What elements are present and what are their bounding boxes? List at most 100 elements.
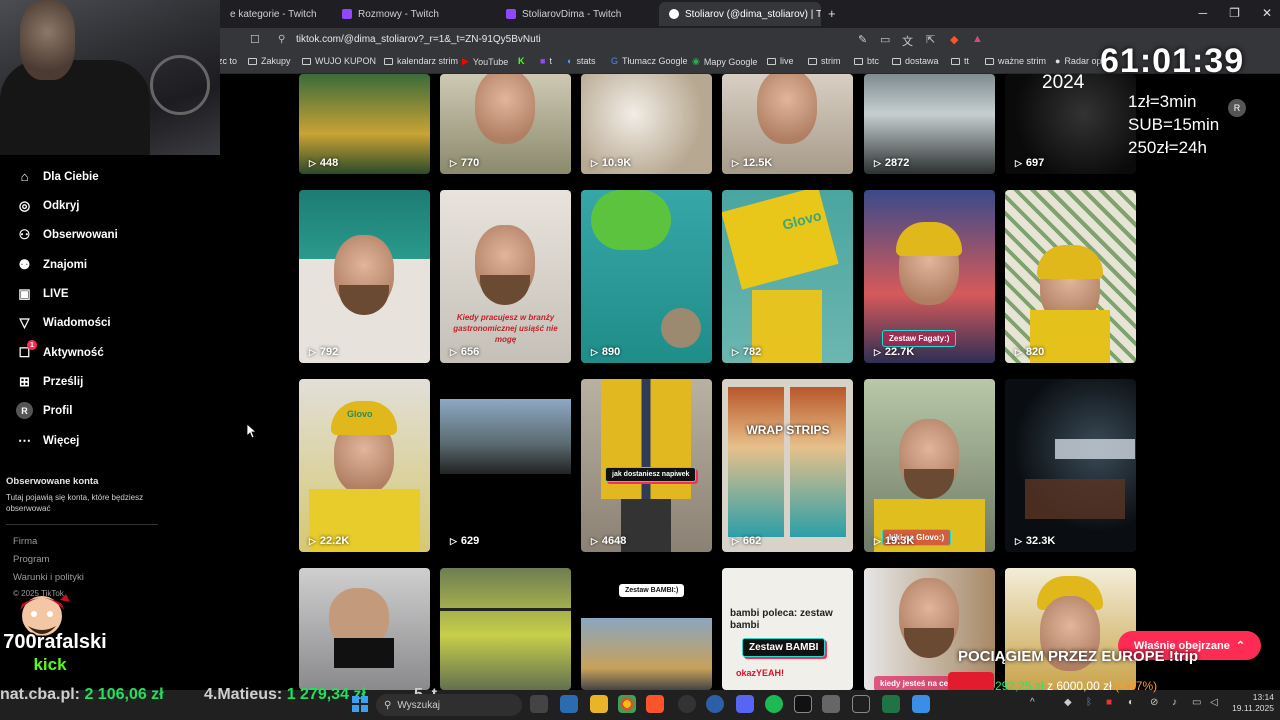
video-tile[interactable] [1005,568,1136,690]
footer-link-program[interactable]: Program [13,554,49,565]
video-tile[interactable]: ▷ 2872 [864,74,995,174]
extension-icon[interactable]: ✎ [858,33,867,46]
video-tile[interactable] [299,568,430,690]
file-explorer-icon[interactable] [590,695,608,713]
calculator-icon[interactable] [822,695,840,713]
sidebar-item-for-you[interactable]: ⌂ Dla Ciebie [16,168,99,185]
tab-twitch-rozmowy[interactable]: Rozmowy - Twitch [332,2,494,26]
video-tile[interactable]: Kiedy pracujesz w branży gastronomicznej… [440,190,571,363]
video-tile[interactable]: Zestaw Fagaty:) ▷ 22.7K [864,190,995,363]
video-tile[interactable]: ▷ 629 [440,379,571,552]
discord-icon[interactable] [736,695,754,713]
video-tile[interactable]: Glovo ▷ 782 [722,190,853,363]
bookmark-item[interactable]: ■ t [540,56,552,66]
bluetooth-icon[interactable]: ᛒ [1086,697,1092,708]
tab-twitch-stoliarov[interactable]: StoliarovDima - Twitch [496,2,656,26]
tab-tiktok-stoliarov[interactable]: Stoliarov (@dima_stoliarov) | Tik ✕ [659,2,821,26]
microphone-icon[interactable]: ♪ [1172,697,1177,708]
sidebar-item-messages[interactable]: ▽ Wiadomości [16,314,111,331]
sidebar-item-live[interactable]: ▣ LIVE [16,285,68,302]
volume-icon[interactable]: ◁ [1210,697,1218,708]
bookmark-item[interactable]: G Tłumacz Google [611,56,688,66]
bookmark-item[interactable]: kalendarz strim [384,56,458,66]
screenshot-icon[interactable]: ▭ [880,33,890,46]
bookmark-item[interactable]: ◉ Mapy Google [692,56,757,67]
obs-icon[interactable] [678,695,696,713]
brave-shield-icon[interactable]: ◆ [950,33,958,46]
spotify-icon[interactable] [765,695,783,713]
bookmark-icon[interactable]: ☐ [250,33,260,46]
tray-app-icon[interactable]: ◆ [1064,697,1072,708]
brave-rewards-icon[interactable]: ▲ [972,33,983,45]
video-tile[interactable]: ▷ 770 [440,74,571,174]
kick-bookmark-icon[interactable]: K [518,56,525,66]
sidebar-item-friends[interactable]: ⚉ Znajomi [16,256,87,273]
footer-link-terms[interactable]: Warunki i polityki [13,572,84,583]
bookmark-item[interactable]: strim [808,56,841,66]
taskbar-clock[interactable]: 13:14 19.11.2025 [1232,692,1274,714]
video-tile[interactable]: ▷ 820 [1005,190,1136,363]
bookmark-item[interactable]: btc [854,56,879,66]
share-icon[interactable]: ⇱ [926,33,935,46]
site-info-icon[interactable]: ⚲ [278,31,285,49]
x-app-icon[interactable] [852,695,870,713]
widgets-icon[interactable] [560,695,578,713]
sidebar-item-profile[interactable]: R Profil [16,402,72,419]
translate-icon[interactable]: 文 [902,33,913,49]
sidebar-item-following[interactable]: ⚇ Obserwowani [16,226,118,243]
video-tile[interactable]: ▷ 448 [299,74,430,174]
app-icon[interactable] [794,695,812,713]
video-tile[interactable]: Zestaw BAMBI:) [581,568,712,690]
minimize-icon[interactable]: ─ [1199,6,1208,20]
video-tile[interactable]: bambi poleca: zestaw bambi Zestaw BAMBI … [722,568,853,690]
maximize-icon[interactable]: ❐ [1229,6,1240,20]
bookmark-item[interactable]: ważne strim [985,56,1046,66]
person-face [475,74,535,144]
bookmark-item[interactable]: WUJO KUPON [302,56,376,66]
video-tile[interactable] [440,568,571,690]
bookmark-item[interactable]: tt [951,56,969,66]
close-window-icon[interactable]: ✕ [1262,6,1272,20]
sidebar-item-activity[interactable]: ☐ 1 Aktywność [16,340,104,361]
video-tile[interactable]: ▷ 10.9K [581,74,712,174]
bookmark-item[interactable]: Zakupy [248,56,291,66]
sidebar-item-more[interactable]: ⋯ Więcej [16,432,79,449]
new-tab-button[interactable]: + [828,6,836,21]
tab-twitch-categories[interactable]: e kategorie - Twitch [220,2,330,26]
bookmark-item[interactable]: dostawa [892,56,939,66]
sidebar-item-upload[interactable]: ⊞ Prześlij [16,373,83,390]
bookmark-item[interactable]: zc to [218,56,237,66]
task-view-icon[interactable] [530,695,548,713]
taskbar-search[interactable]: ⚲ Wyszukaj [376,694,522,716]
video-tile[interactable]: ▷ 12.5K [722,74,853,174]
chrome-icon[interactable] [618,695,636,713]
video-tile[interactable]: ▷ 32.3K [1005,379,1136,552]
excel-icon[interactable] [882,695,900,713]
footer-link-company[interactable]: Firma [13,536,37,547]
network-icon[interactable]: ▭ [1192,697,1201,708]
tray-app-icon[interactable]: ◐ [1128,697,1134,708]
tray-app-icon[interactable]: ■ [1106,697,1112,708]
bookmark-item[interactable]: live [767,56,794,66]
notepad-icon[interactable] [912,695,930,713]
tab-label: Rozmowy - Twitch [358,8,439,20]
view-count: ▷ 448 [309,157,339,169]
windows-start-icon[interactable] [352,696,368,712]
video-caption: Zestaw Fagaty:) [882,330,957,347]
video-tile[interactable]: ▷ 890 [581,190,712,363]
app-icon[interactable] [706,695,724,713]
sidebar-item-explore[interactable]: ◎ Odkryj [16,197,80,214]
video-tile[interactable]: kiki na Glovo:) ▷ 19.3K [864,379,995,552]
video-tile[interactable]: jak dostaniesz napiwek ▷ 4648 [581,379,712,552]
avatar[interactable]: R [1228,99,1246,117]
video-tile[interactable]: WRAP STRIPS ▷ 662 [722,379,853,552]
tray-chevron-icon[interactable]: ^ [1030,697,1035,708]
url-field[interactable]: ⚲ tiktok.com/@dima_stoliarov?_r=1&_t=ZN-… [270,31,850,49]
bookmark-item[interactable]: ▶ YouTube [462,56,508,67]
video-tile[interactable]: ▷ 792 [299,190,430,363]
brave-icon[interactable] [646,695,664,713]
bookmark-item[interactable]: ● Radar opa [1055,56,1106,66]
tray-app-icon[interactable]: ⊘ [1150,697,1158,708]
bookmark-item[interactable]: ◐ stats [567,56,595,66]
video-tile[interactable]: Glovo ▷ 22.2K [299,379,430,552]
